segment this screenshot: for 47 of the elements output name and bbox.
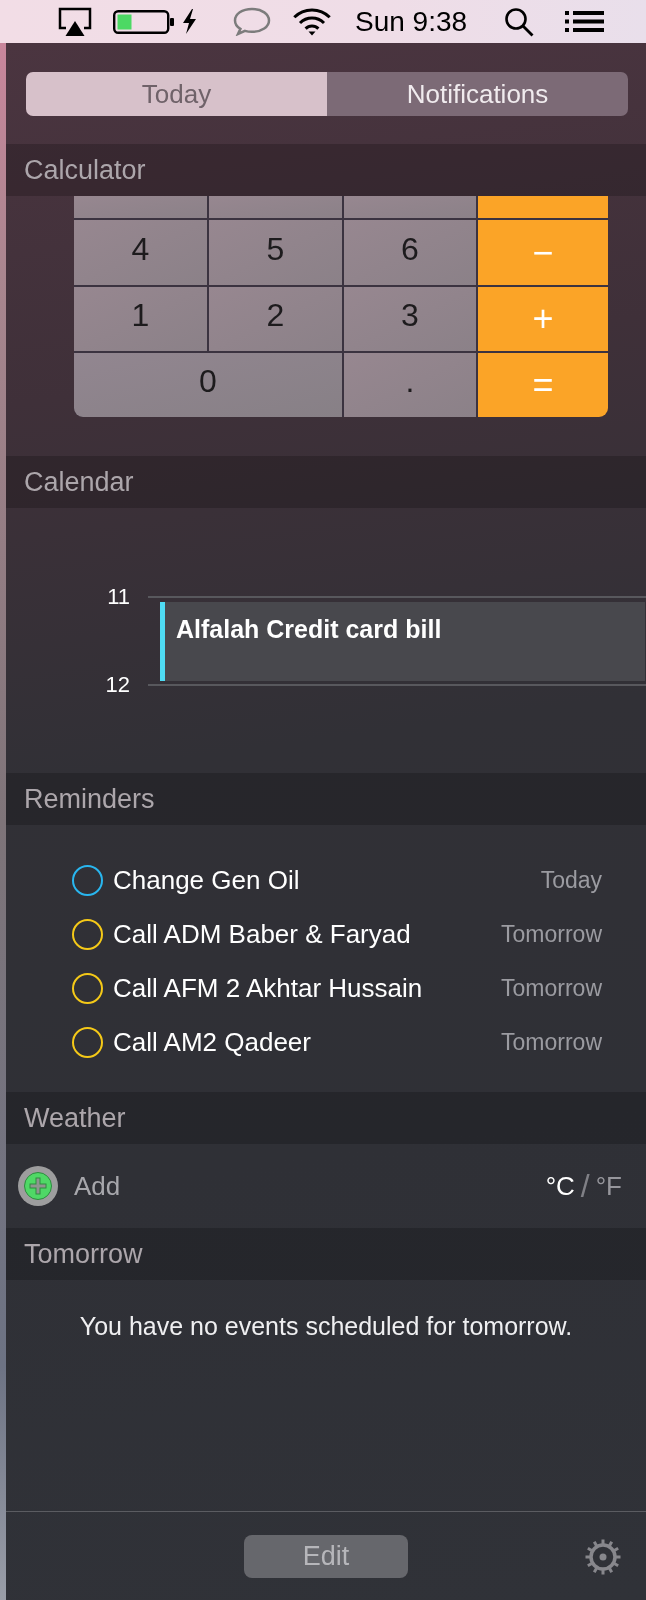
reminder-due-date: Today: [540, 868, 602, 892]
airplay-icon[interactable]: [58, 7, 92, 36]
reminder-title: Call AM2 Qadeer: [113, 1029, 312, 1055]
reminder-due-date: Tomorrow: [501, 976, 602, 1000]
search-icon[interactable]: [504, 6, 535, 37]
battery-icon[interactable]: [113, 9, 175, 34]
charging-bolt-icon: [181, 9, 197, 34]
calculator-key[interactable]: 6: [344, 220, 476, 285]
unit-separator: /: [580, 1170, 590, 1202]
chat-bubble-icon[interactable]: [231, 7, 271, 36]
calculator-key[interactable]: .: [344, 353, 476, 417]
wifi-icon[interactable]: [291, 7, 333, 36]
edit-button[interactable]: Edit: [244, 1535, 408, 1578]
reminder-title: Call ADM Baber & Faryad: [113, 921, 412, 947]
list-icon[interactable]: [565, 11, 605, 32]
calculator-key[interactable]: 0: [74, 353, 342, 417]
reminder-checkbox[interactable]: [72, 864, 103, 896]
event-title: Alfalah Credit card bill: [176, 614, 442, 645]
calendar-event[interactable]: Alfalah Credit card bill: [160, 602, 645, 681]
reminder-due-date: Tomorrow: [501, 1030, 602, 1054]
calculator-key[interactable]: 5: [209, 220, 342, 285]
hour-label: 12: [104, 674, 130, 696]
reminder-checkbox[interactable]: [72, 972, 103, 1004]
segment-tab[interactable]: Today: [26, 72, 327, 116]
reminder-title: Call AFM 2 Akhtar Hussain: [113, 975, 424, 1001]
section-title: Calculator: [24, 156, 146, 184]
menu-bar-clock[interactable]: Sun 9:38: [355, 7, 468, 36]
section-title: Tomorrow: [24, 1240, 143, 1268]
hour-label: 11: [106, 586, 130, 608]
temperature-unit-option[interactable]: °C: [545, 1173, 575, 1199]
reminder-checkbox[interactable]: [72, 1026, 103, 1058]
segment-tab[interactable]: Notifications: [327, 72, 628, 116]
temperature-unit-option[interactable]: °F: [595, 1173, 622, 1199]
reminder-title: Change Gen Oil: [113, 867, 301, 893]
add-icon: [18, 1166, 58, 1206]
calculator-key[interactable]: 3: [344, 287, 476, 351]
add-location-button[interactable]: Add: [18, 1166, 121, 1206]
reminder-checkbox[interactable]: [72, 918, 103, 950]
reminder-due-date: Tomorrow: [501, 922, 602, 946]
no-events-message: You have no events scheduled for tomorrow.: [79, 1314, 573, 1339]
section-title: Reminders: [24, 785, 155, 813]
settings-icon[interactable]: [585, 1539, 621, 1575]
calculator-key[interactable]: 2: [209, 287, 342, 351]
section-title: Calendar: [24, 468, 134, 496]
section-title: Weather: [24, 1104, 126, 1132]
calculator-key[interactable]: 4: [74, 220, 207, 285]
calculator-key[interactable]: 1: [74, 287, 207, 351]
